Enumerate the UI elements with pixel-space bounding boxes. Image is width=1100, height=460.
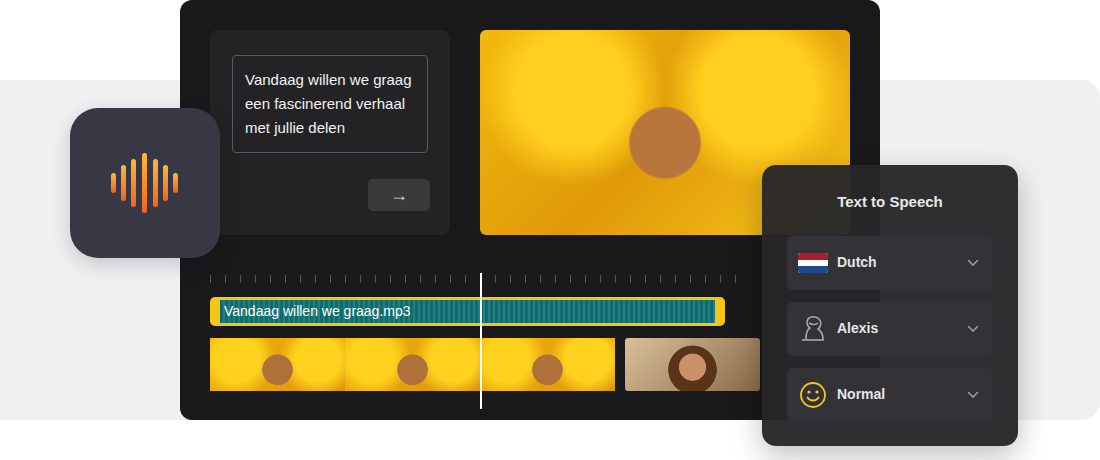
smiley-icon bbox=[797, 379, 829, 411]
chevron-down-icon bbox=[967, 325, 979, 333]
select-label: Alexis bbox=[837, 318, 967, 339]
text-to-speech-panel: Text to Speech Dutch Alexis Normal bbox=[762, 165, 1018, 446]
video-clip[interactable] bbox=[345, 338, 480, 391]
submit-button[interactable]: → bbox=[368, 179, 430, 211]
voice-select[interactable]: Alexis bbox=[787, 302, 993, 356]
emotion-select[interactable]: Normal bbox=[787, 368, 993, 422]
panel-title: Text to Speech bbox=[787, 191, 993, 214]
avatar-icon bbox=[797, 313, 829, 345]
video-clip[interactable] bbox=[480, 338, 615, 391]
timeline: Vandaag willen we graag.mp3 bbox=[210, 275, 760, 391]
select-list: Dutch Alexis Normal bbox=[787, 236, 993, 422]
chevron-down-icon bbox=[967, 391, 979, 399]
select-label: Dutch bbox=[837, 252, 967, 273]
audio-wave-icon bbox=[70, 108, 220, 258]
playhead[interactable] bbox=[480, 273, 482, 409]
chevron-down-icon bbox=[967, 259, 979, 267]
language-select[interactable]: Dutch bbox=[787, 236, 993, 290]
timeline-ruler bbox=[210, 275, 745, 283]
select-label: Normal bbox=[837, 384, 967, 405]
script-panel: Vandaag willen we graag een fascinerend … bbox=[210, 30, 450, 235]
dutch-flag-icon bbox=[797, 247, 829, 279]
video-clip[interactable] bbox=[625, 338, 760, 391]
video-track bbox=[210, 338, 760, 391]
script-textbox[interactable]: Vandaag willen we graag een fascinerend … bbox=[232, 55, 428, 153]
audio-clip[interactable]: Vandaag willen we graag.mp3 bbox=[210, 297, 725, 326]
video-clip[interactable] bbox=[210, 338, 345, 391]
